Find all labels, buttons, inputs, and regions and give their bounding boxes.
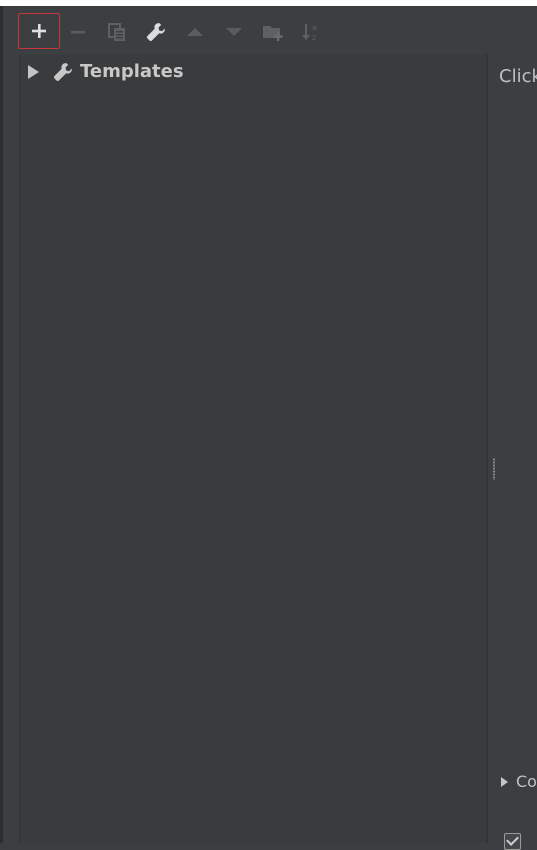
hint-text: Click bbox=[499, 66, 537, 87]
copy-button[interactable] bbox=[97, 14, 137, 50]
remove-button[interactable] bbox=[58, 14, 98, 50]
minus-icon bbox=[71, 31, 85, 34]
templates-tree[interactable]: Templates bbox=[19, 54, 487, 843]
sort-button[interactable]: a z bbox=[292, 14, 332, 50]
collapse-arrow-icon[interactable] bbox=[501, 777, 508, 787]
new-folder-icon bbox=[263, 26, 283, 41]
sort-alpha-icon: a z bbox=[302, 23, 317, 42]
wrench-icon bbox=[147, 23, 165, 41]
window-left-edge bbox=[0, 6, 3, 843]
arrow-up-icon bbox=[187, 28, 203, 36]
wrench-icon bbox=[52, 61, 74, 87]
window-top-edge bbox=[0, 0, 537, 6]
edit-button[interactable] bbox=[136, 14, 176, 50]
add-button[interactable] bbox=[18, 13, 60, 49]
splitter[interactable] bbox=[487, 54, 488, 843]
tree-node-label: Templates bbox=[80, 61, 184, 82]
collapsible-section-label[interactable]: Co bbox=[516, 772, 537, 791]
copy-icon bbox=[108, 23, 125, 41]
plus-icon bbox=[32, 24, 46, 38]
new-group-button[interactable] bbox=[253, 14, 293, 50]
svg-text:z: z bbox=[312, 33, 316, 42]
splitter-grip-icon[interactable] bbox=[492, 458, 496, 480]
arrow-down-icon bbox=[226, 28, 242, 36]
move-down-button[interactable] bbox=[214, 14, 254, 50]
move-up-button[interactable] bbox=[175, 14, 215, 50]
expand-arrow-icon[interactable] bbox=[28, 65, 39, 79]
svg-text:a: a bbox=[312, 23, 317, 32]
option-checkbox[interactable] bbox=[504, 833, 521, 850]
